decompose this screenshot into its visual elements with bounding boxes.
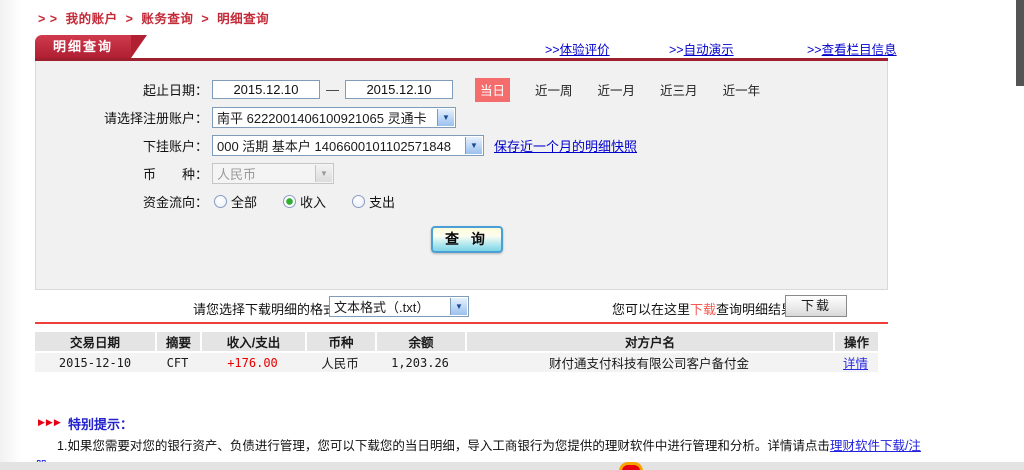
fund-flow-row: 资金流向： 全部 收入 支出 [36, 191, 887, 212]
cell-counterparty: 财付通支付科技有限公司客户备付金 [465, 353, 833, 372]
link-prefix: >> [545, 43, 560, 57]
dropdown-arrow-icon: ▼ [315, 165, 332, 182]
sub-account-value: 000 活期 基本户 1406600101102571848 [217, 136, 451, 155]
download-format-select[interactable]: 文本格式（.txt） ▼ [329, 296, 469, 317]
sub-account-select[interactable]: 000 活期 基本户 1406600101102571848 ▼ [212, 135, 484, 156]
cell-currency: 人民币 [305, 353, 375, 372]
breadcrumb-separator: > [201, 12, 209, 26]
tab-detail-query[interactable]: 明细查询 [35, 35, 131, 58]
link-prefix: >> [669, 43, 684, 57]
date-dash: — [326, 82, 339, 97]
hint-before: 您可以在这里 [612, 302, 690, 317]
radio-icon [352, 195, 365, 208]
scrollbar-thumb[interactable] [1016, 0, 1024, 86]
date-from-input[interactable] [212, 80, 320, 99]
col-balance: 余额 [375, 332, 465, 351]
register-account-row: 请选择注册账户： 南平 6222001406100921065 灵通卡 ▼ [36, 107, 887, 128]
quick-range-today[interactable]: 当日 [475, 78, 510, 102]
notice-text: 1.如果您需要对您的银行资产、负债进行管理，您可以下载您的当日明细，导入工商银行… [57, 435, 921, 454]
quick-range-week[interactable]: 近一周 [535, 80, 573, 99]
date-range-row: 起止日期： — 当日 近一周 近一月 近三月 近一年 [36, 79, 887, 100]
section-divider [35, 322, 888, 324]
breadcrumb-item-my-account[interactable]: 我的账户 [66, 12, 118, 26]
download-format-value: 文本格式（.txt） [334, 297, 429, 316]
register-account-label: 请选择注册账户： [36, 108, 208, 127]
currency-row: 币 种： 人民币 ▼ [36, 163, 887, 184]
download-format-label: 请您选择下载明细的格式 [193, 299, 336, 318]
dropdown-arrow-icon: ▼ [437, 109, 454, 126]
snapshot-link[interactable]: 保存近一个月的明细快照 [494, 136, 637, 155]
link-experience-rating[interactable]: >>体验评价 [545, 39, 610, 58]
breadcrumb-item-detail-query[interactable]: 明细查询 [217, 12, 269, 26]
link-auto-demo[interactable]: >>自动演示 [669, 39, 734, 58]
radio-icon [214, 195, 227, 208]
breadcrumb-item-account-query[interactable]: 账务查询 [141, 12, 193, 26]
hint-download-word: 下载 [690, 302, 716, 317]
detail-link[interactable]: 详情 [843, 357, 868, 371]
quick-range-month[interactable]: 近一月 [598, 80, 636, 99]
software-download-link[interactable]: 理财软件下载/注 [830, 439, 921, 453]
detail-query-panel: 明细查询 >>体验评价 >>自动演示 >>查看栏目信息 起止日期： — 当日 近… [35, 35, 888, 290]
sub-account-label: 下挂账户： [36, 136, 208, 155]
cell-balance: 1,203.26 [375, 353, 465, 372]
table-row: 2015-12-10 CFT +176.00 人民币 1,203.26 财付通支… [35, 353, 878, 372]
currency-label: 币 种： [36, 164, 208, 183]
radio-income[interactable]: 收入 [283, 192, 326, 211]
dropdown-arrow-icon: ▼ [465, 137, 482, 154]
radio-expense[interactable]: 支出 [352, 192, 395, 211]
radio-expense-label: 支出 [369, 192, 395, 211]
quick-range-year[interactable]: 近一年 [723, 80, 761, 99]
quick-range-3months[interactable]: 近三月 [660, 80, 698, 99]
currency-value: 人民币 [217, 164, 256, 183]
cell-summary: CFT [155, 353, 200, 372]
register-account-select[interactable]: 南平 6222001406100921065 灵通卡 ▼ [212, 107, 456, 128]
results-table: 交易日期 摘要 收入/支出 币种 余额 对方户名 操作 2015-12-10 C… [35, 330, 878, 374]
notice-body: 1.如果您需要对您的银行资产、负债进行管理，您可以下载您的当日明细，导入工商银行… [57, 439, 830, 453]
col-action: 操作 [833, 332, 878, 351]
cell-amount: +176.00 [200, 353, 305, 372]
query-button[interactable]: 查 询 [431, 226, 503, 253]
breadcrumb: > > 我的账户 > 账务查询 > 明细查询 [38, 8, 273, 27]
cell-date: 2015-12-10 [35, 353, 155, 372]
download-button[interactable]: 下载 [785, 295, 847, 317]
notice-title: 特别提示： [68, 414, 133, 433]
radio-all-label: 全部 [231, 192, 257, 211]
currency-select: 人民币 ▼ [212, 163, 334, 184]
col-date: 交易日期 [35, 332, 155, 351]
col-summary: 摘要 [155, 332, 200, 351]
register-account-value: 南平 6222001406100921065 灵通卡 [217, 108, 427, 127]
link-view-column-info[interactable]: >>查看栏目信息 [807, 39, 897, 58]
col-counterparty: 对方户名 [465, 332, 833, 351]
col-amount: 收入/支出 [200, 332, 305, 351]
date-range-label: 起止日期： [36, 80, 208, 99]
date-to-input[interactable] [345, 80, 453, 99]
breadcrumb-separator: > [126, 12, 134, 26]
icbc-logo-icon [619, 462, 643, 470]
bottom-bar [0, 462, 1024, 470]
radio-selected-icon [283, 195, 296, 208]
fund-flow-label: 资金流向： [36, 192, 208, 211]
page: > > 我的账户 > 账务查询 > 明细查询 明细查询 >>体验评价 >>自动演… [0, 0, 1024, 470]
breadcrumb-prefix: > > [38, 12, 58, 26]
radio-all[interactable]: 全部 [214, 192, 257, 211]
dropdown-arrow-icon: ▼ [450, 298, 467, 315]
col-currency: 币种 [305, 332, 375, 351]
sub-account-row: 下挂账户： 000 活期 基本户 1406600101102571848 ▼ 保… [36, 135, 887, 156]
download-hint: 您可以在这里下载查询明细结果 [612, 299, 794, 318]
radio-income-label: 收入 [300, 192, 326, 211]
query-form: 起止日期： — 当日 近一周 近一月 近三月 近一年 请选择注册账户： 南平 6… [35, 61, 888, 290]
table-header-row: 交易日期 摘要 收入/支出 币种 余额 对方户名 操作 [35, 332, 878, 351]
hint-after: 查询明细结果 [716, 302, 794, 317]
link-prefix: >> [807, 43, 822, 57]
triple-arrow-icon: ▶▶▶ [38, 417, 62, 428]
